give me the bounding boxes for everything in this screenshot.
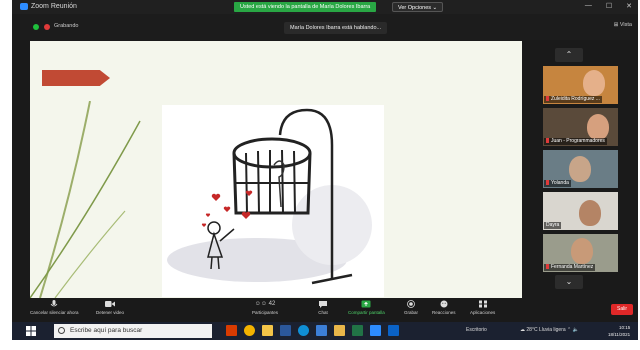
- stop-video-label: Detener video: [96, 310, 125, 315]
- record-icon: [407, 300, 415, 308]
- clock-time: 10:15: [618, 325, 631, 330]
- meeting-info-bar: Grabando María Dolores Ibarra está habla…: [12, 14, 638, 40]
- weather-widget[interactable]: ☁ 28°C Lluvia ligera ⌃ 🔈: [520, 327, 579, 333]
- chat-button[interactable]: Chat: [318, 300, 328, 315]
- mic-muted-icon: [546, 96, 549, 102]
- participant-name: Zuleidita Rodríguez ...: [544, 96, 602, 103]
- recording-label: Grabando: [54, 23, 79, 29]
- participant-video: [569, 156, 591, 182]
- share-screen-label: Compartir pantalla: [348, 310, 385, 315]
- participant-name: Yolanda: [544, 180, 571, 187]
- taskbar-search-input[interactable]: Escribe aquí para buscar: [54, 324, 212, 338]
- apps-button[interactable]: Aplicaciones: [470, 300, 495, 315]
- participant-name: Dayra: [544, 222, 562, 229]
- chevron-up-icon[interactable]: ⌃: [555, 48, 583, 62]
- search-icon: [58, 327, 65, 334]
- participant-tile[interactable]: Juan - Programmadores: [543, 108, 618, 146]
- window-controls: — ☐ ✕: [585, 2, 632, 10]
- chat-icon: [319, 301, 327, 308]
- stop-video-button[interactable]: Detener video: [96, 300, 124, 315]
- participant-tile[interactable]: Dayra: [543, 192, 618, 230]
- tray-icons[interactable]: ⌃ 🔈: [567, 327, 579, 333]
- slide-leaf-decoration: [30, 101, 141, 298]
- shield-status-icon[interactable]: [33, 24, 39, 30]
- taskbar-clock[interactable]: 10:15 18/11/2021: [608, 324, 630, 338]
- window-title: Zoom Reunión: [20, 3, 77, 10]
- settings-app-icon[interactable]: [316, 325, 327, 336]
- participant-video: [579, 200, 601, 226]
- title-bar: Zoom Reunión Usted está viendo la pantal…: [12, 0, 638, 14]
- chevron-down-icon[interactable]: ⌄: [555, 275, 583, 289]
- zoom-app-icon[interactable]: [370, 325, 381, 336]
- share-screen-button[interactable]: Compartir pantalla: [348, 300, 385, 315]
- search-placeholder: Escribe aquí para buscar: [70, 327, 143, 334]
- participants-icon: ☺☺ 42: [254, 301, 276, 307]
- reactions-button[interactable]: Reacciones: [432, 300, 456, 315]
- weather-text: 28°C Lluvia ligera: [526, 327, 566, 333]
- close-icon[interactable]: ✕: [626, 2, 632, 10]
- active-speaker-label: María Dolores Ibarra está hablando...: [284, 22, 388, 34]
- edge-app-icon[interactable]: [298, 325, 309, 336]
- participants-label: Participantes: [252, 310, 279, 315]
- meeting-toolbar: Cancelar silenciar ahora Detener video ☺…: [12, 298, 638, 322]
- maximize-icon[interactable]: ☐: [606, 2, 612, 10]
- office-app-icon[interactable]: [226, 325, 237, 336]
- participants-button[interactable]: ☺☺ 42 Participantes: [252, 300, 278, 315]
- record-button[interactable]: Grabar: [404, 300, 418, 315]
- word-app-icon[interactable]: [280, 325, 291, 336]
- view-options-button[interactable]: Ver Opciones ⌄: [392, 2, 444, 12]
- zoom-logo-icon: [20, 3, 28, 10]
- participants-count: 42: [268, 301, 276, 307]
- participant-video: [571, 238, 593, 264]
- record-label: Grabar: [404, 310, 419, 315]
- leave-button[interactable]: Salir: [611, 304, 633, 315]
- emoji-icon: [440, 300, 448, 308]
- zoom-window: Zoom Reunión Usted está viendo la pantal…: [12, 0, 638, 340]
- participant-tile[interactable]: Zuleidita Rodríguez ...: [543, 66, 618, 104]
- mic-muted-icon: [546, 138, 549, 144]
- clock-date: 18/11/2021: [608, 332, 631, 337]
- unmute-button[interactable]: Cancelar silenciar ahora: [30, 300, 79, 315]
- participant-tile[interactable]: Yolanda: [543, 150, 618, 188]
- view-button-label: Vista: [619, 22, 632, 28]
- microphone-icon: [50, 300, 58, 307]
- chat-label: Chat: [318, 310, 328, 315]
- unmute-label: Cancelar silenciar ahora: [30, 310, 79, 315]
- file-explorer-icon[interactable]: [262, 325, 273, 336]
- windows-start-icon[interactable]: [26, 326, 36, 336]
- slide-arrow-shape: [42, 70, 110, 86]
- share-screen-icon: [361, 300, 371, 308]
- mail-app-icon[interactable]: [388, 325, 399, 336]
- minimize-icon[interactable]: —: [585, 2, 592, 10]
- view-button[interactable]: ⊞ Vista: [614, 22, 632, 28]
- participant-name: Juan - Programmadores: [544, 138, 607, 145]
- folder-app-icon[interactable]: [334, 325, 345, 336]
- apps-icon: [478, 300, 487, 308]
- reactions-label: Reacciones: [432, 310, 456, 315]
- desktop-label[interactable]: Escritorio: [466, 327, 487, 333]
- screen-share-banner: Usted está viendo la pantalla de María D…: [234, 2, 377, 12]
- windows-taskbar: Escribe aquí para buscar Escritorio ☁ 28…: [12, 322, 638, 340]
- mic-muted-icon: [546, 264, 549, 270]
- excel-app-icon[interactable]: [352, 325, 363, 336]
- birdcage-illustration: [162, 105, 384, 297]
- participant-video: [587, 114, 609, 140]
- participant-tile[interactable]: Fernanda Martínez: [543, 234, 618, 272]
- mic-muted-icon: [546, 180, 549, 186]
- chrome-app-icon[interactable]: [244, 325, 255, 336]
- participant-name: Fernanda Martínez: [544, 264, 596, 271]
- participant-video: [583, 70, 605, 96]
- window-title-text: Zoom Reunión: [31, 3, 77, 10]
- apps-label: Aplicaciones: [470, 310, 496, 315]
- shared-screen[interactable]: [30, 41, 522, 298]
- video-camera-icon: [105, 301, 116, 307]
- recording-icon: [44, 24, 50, 30]
